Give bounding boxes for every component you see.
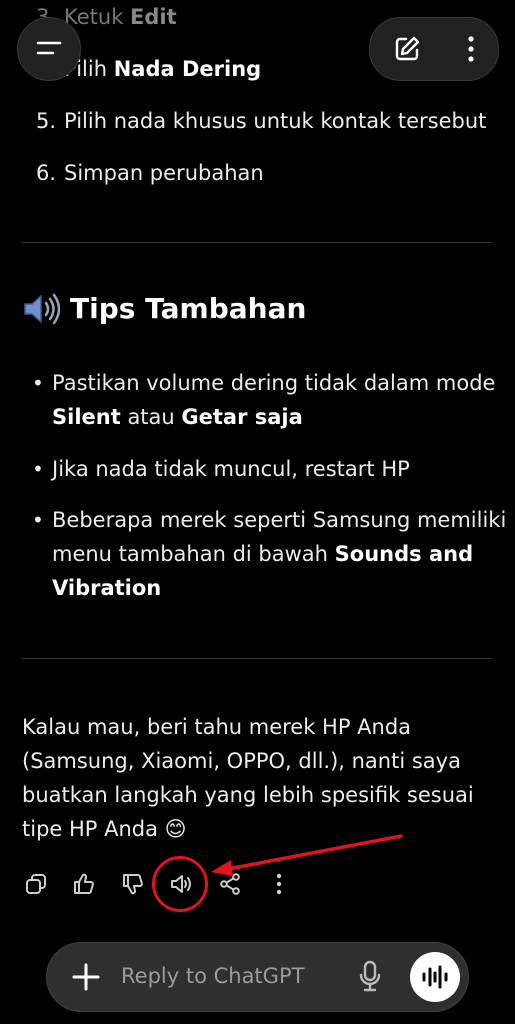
divider — [22, 242, 492, 243]
voice-mode-icon — [422, 965, 448, 989]
tip-3-line-3: Vibration — [52, 576, 162, 600]
tip-1-line-1: Pastikan volume dering tidak dalam mode — [52, 371, 496, 395]
tip-2-text: Jika nada tidak muncul, restart HP — [52, 457, 410, 481]
copy-button[interactable] — [22, 866, 50, 902]
step-3-text: Ketuk Edit — [64, 0, 177, 34]
closing-line-4: tipe HP Anda 😊 — [22, 817, 187, 841]
bullet-1-marker: • — [32, 371, 44, 395]
edit-icon[interactable] — [392, 34, 422, 64]
closing-line-2: (Samsung, Xiaomi, OPPO, dll.), nanti say… — [22, 749, 461, 773]
step-6-number: 6. — [36, 161, 57, 185]
bullet-3-marker: • — [32, 508, 44, 532]
mic-icon[interactable] — [357, 959, 383, 995]
divider-2 — [22, 658, 492, 659]
tip-1-bold-a: Silent — [52, 405, 121, 429]
voice-mode-button[interactable] — [410, 952, 460, 1002]
step-5-text: Pilih nada khusus untuk kontak tersebut — [64, 109, 487, 133]
tip-3-line-2: menu tambahan di bawah Sounds and — [52, 537, 473, 571]
closing-line-1: Kalau mau, beri tahu merek HP Anda — [22, 715, 412, 739]
annotation-circle — [152, 856, 208, 912]
thumbs-up-icon — [74, 873, 94, 894]
bullet-2-marker: • — [32, 457, 44, 481]
copy-icon — [26, 874, 46, 894]
menu-button[interactable] — [17, 17, 81, 81]
tips-heading-text: Tips Tambahan — [70, 292, 307, 325]
step-6-text: Simpan perubahan — [64, 161, 264, 185]
tip-1-mid: atau — [120, 405, 182, 429]
top-actions — [369, 17, 499, 81]
step-5-number: 5. — [36, 109, 57, 133]
step-4-bold: Nada Dering — [113, 57, 262, 81]
thumbs-down-icon — [123, 874, 143, 895]
step-3-bold: Edit — [130, 5, 177, 29]
tip-3-prefix: menu tambahan di bawah — [52, 542, 335, 566]
tip-3-line-1: Beberapa merek seperti Samsung memiliki — [52, 508, 507, 532]
thumbs-up-button[interactable] — [70, 866, 98, 902]
tip-3-bold: Sounds and — [334, 542, 474, 566]
step-3-prefix: Ketuk — [64, 5, 131, 29]
speaker-emoji-icon — [24, 293, 60, 324]
annotation-arrow-icon — [211, 834, 403, 876]
step-4-text: Pilih Nada Dering — [64, 52, 261, 86]
message-composer[interactable]: Reply to ChatGPT — [46, 942, 469, 1012]
tips-heading: Tips Tambahan — [22, 292, 306, 325]
menu-icon — [36, 41, 62, 55]
more-vertical-icon[interactable] — [466, 34, 476, 64]
thumbs-down-button[interactable] — [119, 866, 147, 902]
reply-input[interactable]: Reply to ChatGPT — [121, 964, 304, 988]
tip-1-line-2: Silent atau Getar saja — [52, 400, 303, 434]
plus-icon[interactable] — [69, 960, 103, 994]
tip-1-bold-b: Getar saja — [181, 405, 303, 429]
closing-line-3: buatkan langkah yang lebih spesifik sesu… — [22, 783, 474, 807]
